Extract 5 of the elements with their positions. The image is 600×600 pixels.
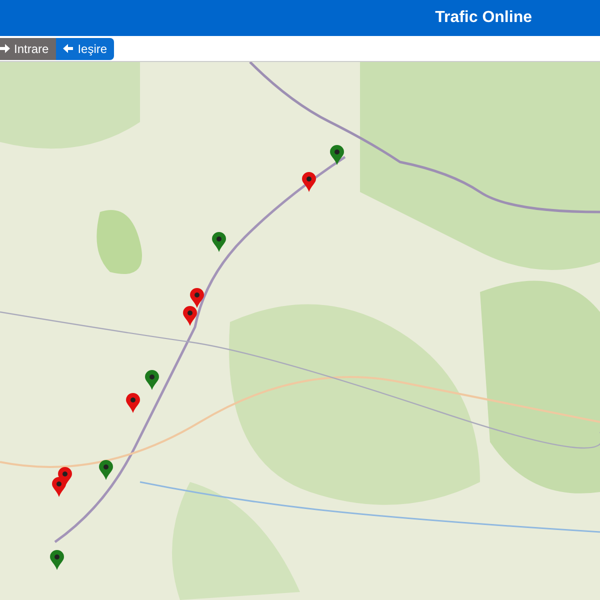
arrow-right-icon — [0, 43, 10, 54]
toolbar-button[interactable]: Intrare — [0, 38, 56, 60]
toolbar-button[interactable]: Ieşire — [56, 38, 114, 60]
app-title: Trafic Online — [435, 8, 532, 28]
arrow-left-icon — [62, 43, 74, 54]
